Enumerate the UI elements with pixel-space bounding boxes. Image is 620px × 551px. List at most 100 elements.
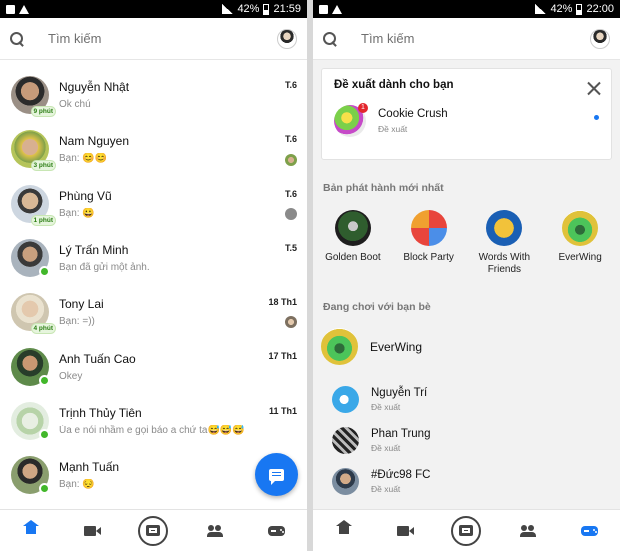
status-bar: 42% 22:00 xyxy=(313,0,620,18)
avatar xyxy=(332,427,359,454)
friend-row[interactable]: Phan Trung Đề xuất xyxy=(313,420,620,461)
tab-games[interactable] xyxy=(256,511,296,551)
active-minutes-badge: 1 phút xyxy=(31,215,55,225)
active-minutes-badge: 9 phút xyxy=(31,107,55,117)
conversation-row[interactable]: 4 phút Tony Lai Bạn: =)) 18 Th1 xyxy=(0,285,307,339)
game-controller-icon xyxy=(267,525,285,536)
timestamp: 17 Th1 xyxy=(268,351,297,362)
conversation-row[interactable]: Anh Tuấn Cao Okey 17 Th1 xyxy=(0,339,307,393)
search-icon[interactable] xyxy=(323,31,337,46)
friend-list: Nguyễn Trí Đề xuất Phan Trung Đề xuất #Đ… xyxy=(313,365,620,502)
contact-name: Anh Tuấn Cao xyxy=(59,351,136,366)
friend-subtitle: Đề xuất xyxy=(371,443,401,453)
search-bar[interactable]: Tìm kiếm xyxy=(313,18,620,60)
everwing-icon xyxy=(562,210,599,246)
friend-name: Phan Trung xyxy=(371,428,431,440)
game-tile-everwing[interactable]: EverWing xyxy=(545,210,615,276)
avatar xyxy=(11,456,50,495)
tab-camera[interactable] xyxy=(133,511,173,551)
avatar xyxy=(11,401,50,440)
image-notification-icon xyxy=(319,4,328,14)
new-games-row: Golden Boot Block Party Words With Frien… xyxy=(313,194,620,276)
contact-name: Phùng Vũ xyxy=(59,188,112,203)
close-icon[interactable] xyxy=(587,81,601,95)
search-bar[interactable]: Tìm kiếm xyxy=(0,18,307,60)
suggested-game-row[interactable]: 1 Cookie Crush Đề xuất xyxy=(334,103,599,137)
timestamp: T.6 xyxy=(284,188,297,199)
avatar xyxy=(11,347,50,386)
tab-people[interactable] xyxy=(195,511,235,551)
avatar: 4 phút xyxy=(11,293,55,334)
right-screen: 42% 22:00 Tìm kiếm Đề xuất dành cho bạn … xyxy=(313,0,620,551)
tab-video[interactable] xyxy=(72,511,112,551)
tab-home[interactable] xyxy=(324,511,364,551)
online-dot xyxy=(39,266,50,278)
avatar: 3 phút xyxy=(11,130,55,171)
friend-row[interactable]: #Đức98 FC Đề xuất xyxy=(313,461,620,502)
last-message: Ok chú xyxy=(59,99,91,111)
friend-row[interactable]: Nguyễn Trí Đề xuất xyxy=(313,379,620,420)
new-indicator-dot xyxy=(594,115,599,120)
last-message: Bạn: 😀 xyxy=(59,207,95,219)
contact-name: Nam Nguyen xyxy=(59,134,130,149)
timestamp: T.6 xyxy=(284,80,297,90)
battery-icon xyxy=(576,3,583,15)
tab-games[interactable] xyxy=(569,511,609,551)
timestamp: T.5 xyxy=(284,242,297,253)
suggestion-title: Đề xuất dành cho bạn xyxy=(334,79,454,91)
search-icon[interactable] xyxy=(10,31,24,46)
game-tile-words-with-friends[interactable]: Words With Friends xyxy=(469,210,539,276)
game-tile-block-party[interactable]: Block Party xyxy=(394,210,464,276)
block-party-icon xyxy=(410,210,447,246)
warning-icon xyxy=(332,4,342,14)
friend-subtitle: Đề xuất xyxy=(371,484,401,494)
warning-icon xyxy=(19,4,29,14)
new-message-button[interactable] xyxy=(255,453,298,496)
video-icon xyxy=(397,525,415,536)
compose-message-icon xyxy=(269,468,284,485)
game-controller-icon xyxy=(580,525,598,536)
game-name: Golden Boot xyxy=(325,252,381,263)
conversation-row[interactable]: 3 phút Nam Nguyen Bạn: 😊😊 T.6 xyxy=(0,122,307,176)
people-icon xyxy=(206,524,223,537)
seen-avatar-icon xyxy=(285,153,297,166)
game-name: Block Party xyxy=(403,252,454,263)
search-input[interactable]: Tìm kiếm xyxy=(48,31,277,46)
playing-game-row[interactable]: EverWing xyxy=(313,313,620,365)
tab-camera[interactable] xyxy=(446,511,486,551)
profile-avatar[interactable] xyxy=(277,28,297,49)
conversation-row[interactable]: Lý Trấn Minh Bạn đã gửi một ảnh. T.5 xyxy=(0,231,307,285)
section-title-playing-with-friends: Đang chơi với bạn bè xyxy=(323,301,431,313)
signal-icon xyxy=(535,4,547,14)
image-notification-icon xyxy=(6,4,15,14)
bottom-tab-bar xyxy=(313,509,620,551)
battery-percent: 42% xyxy=(237,3,260,15)
conversation-row[interactable]: Trịnh Thủy Tiên Ủa e nói nhầm e gọi báo … xyxy=(0,394,307,448)
cookie-crush-icon: 1 xyxy=(334,103,368,137)
avatar xyxy=(332,468,359,495)
everwing-icon xyxy=(321,328,358,365)
golden-boot-icon xyxy=(334,210,371,246)
search-input[interactable]: Tìm kiếm xyxy=(361,31,590,46)
left-screen: 42% 21:59 Tìm kiếm 9 phút Nguyễn Nhật Ok… xyxy=(0,0,307,551)
game-name: Words With Friends xyxy=(478,252,531,275)
tab-video[interactable] xyxy=(385,511,425,551)
game-tile-golden-boot[interactable]: Golden Boot xyxy=(318,210,388,276)
last-message: Bạn: 😊😊 xyxy=(59,153,108,165)
conversation-row[interactable]: 1 phút Phùng Vũ Bạn: 😀 T.6 xyxy=(0,177,307,231)
camera-icon xyxy=(451,515,482,546)
active-minutes-badge: 3 phút xyxy=(31,161,55,171)
suggestion-card: Đề xuất dành cho bạn 1 Cookie Crush Đề x… xyxy=(321,68,612,160)
words-with-friends-icon xyxy=(486,210,523,246)
tab-home[interactable] xyxy=(11,511,51,551)
avatar xyxy=(11,239,50,278)
last-message: Bạn đã gửi một ảnh. xyxy=(59,262,150,274)
profile-avatar[interactable] xyxy=(590,28,610,49)
online-dot xyxy=(39,483,50,495)
battery-percent: 42% xyxy=(550,3,573,15)
conversation-row[interactable]: 9 phút Nguyễn Nhật Ok chú T.6 xyxy=(0,68,307,122)
notification-badge: 1 xyxy=(358,103,368,113)
contact-name: Nguyễn Nhật xyxy=(59,80,130,95)
online-dot xyxy=(39,428,50,440)
tab-people[interactable] xyxy=(508,511,548,551)
